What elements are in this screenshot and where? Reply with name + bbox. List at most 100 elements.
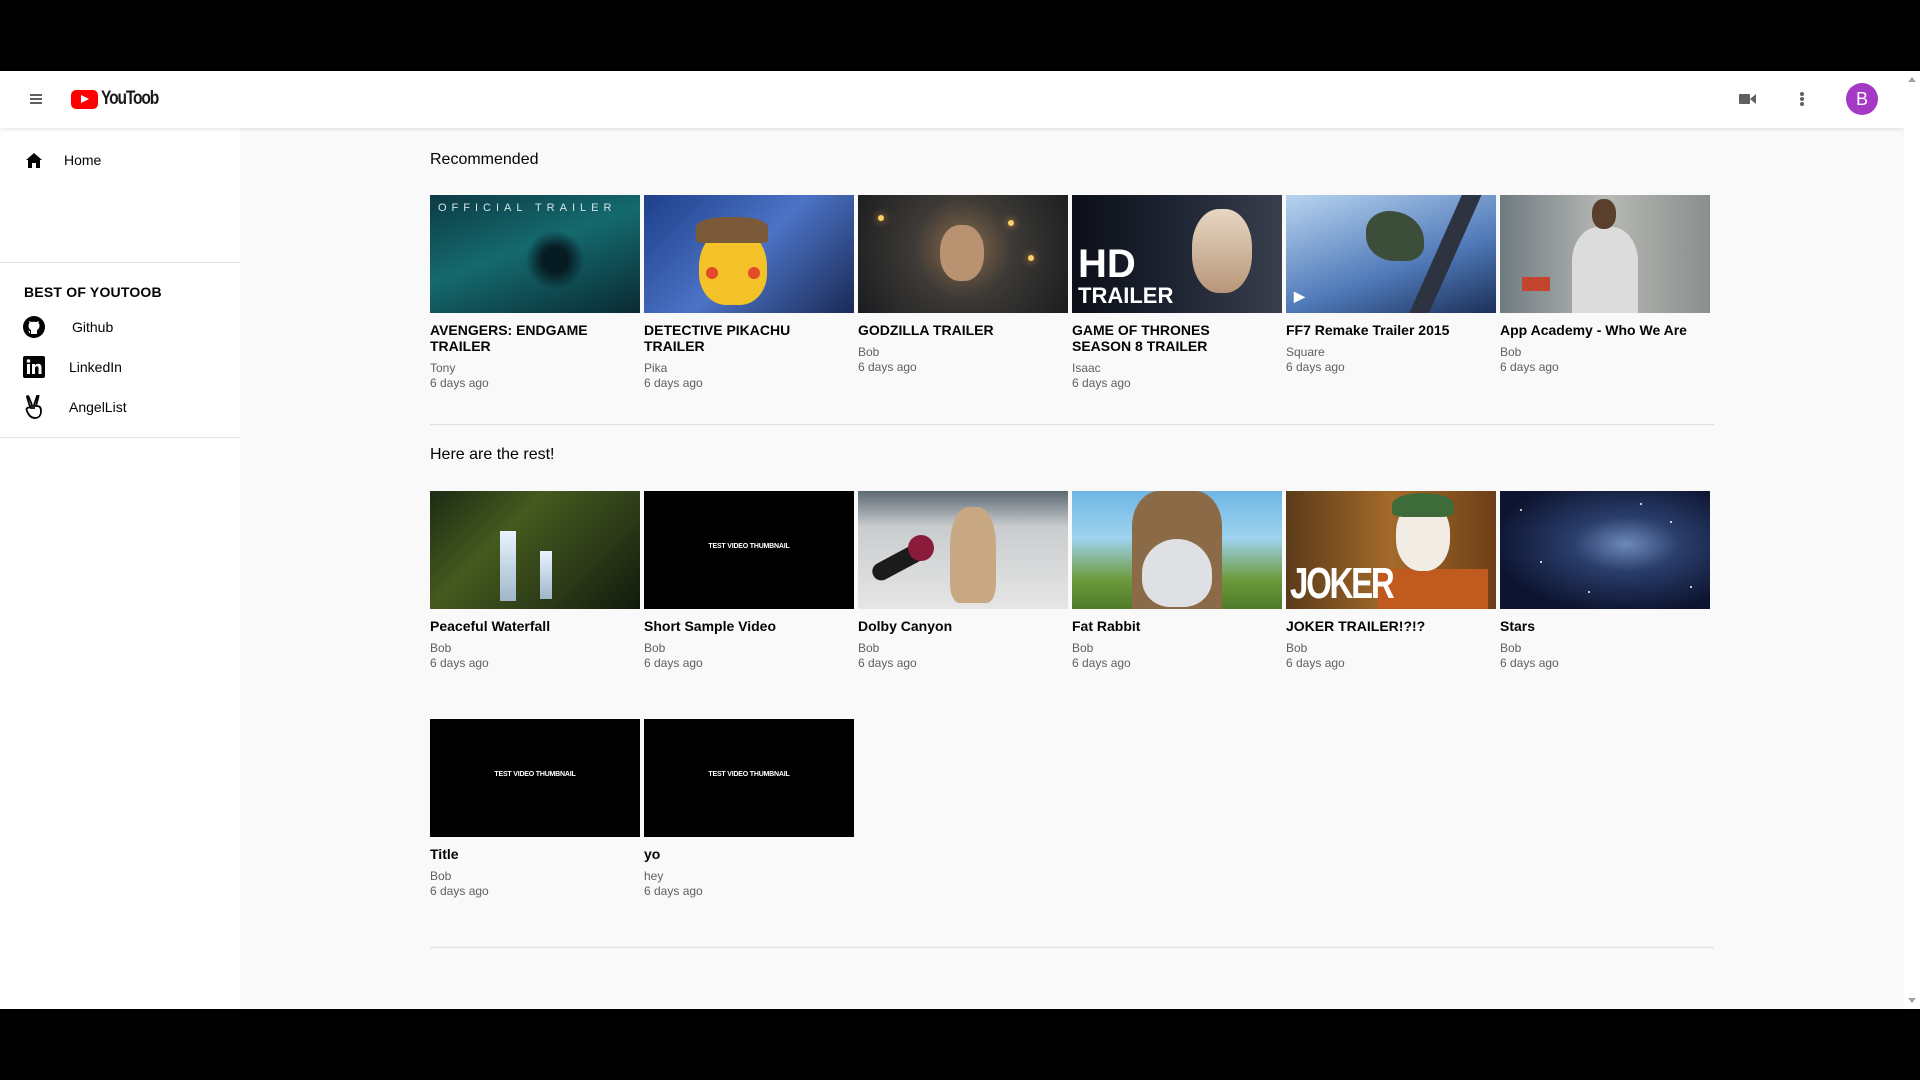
section-divider	[430, 424, 1714, 425]
video-title[interactable]: Peaceful Waterfall	[430, 618, 630, 634]
video-title[interactable]: Title	[430, 846, 630, 862]
logo-text: YouToob	[101, 88, 159, 109]
video-thumbnail[interactable]	[1500, 491, 1710, 609]
video-age: 6 days ago	[1072, 656, 1131, 670]
video-card[interactable]: Fat Rabbit Bob 6 days ago	[1072, 491, 1282, 671]
video-title[interactable]: Stars	[1500, 618, 1700, 634]
sidebar-heading: BEST OF YOUTOOB	[24, 284, 162, 300]
video-thumbnail[interactable]: TEST VIDEO THUMBNAIL	[644, 491, 854, 609]
sidebar-item-label: LinkedIn	[69, 359, 122, 375]
scroll-down-icon[interactable]	[1908, 998, 1916, 1003]
top-bar: YouToob B	[0, 71, 1904, 128]
linkedin-icon	[22, 355, 46, 379]
section-title-rest: Here are the rest!	[430, 446, 555, 463]
video-title[interactable]: Fat Rabbit	[1072, 618, 1272, 634]
video-age: 6 days ago	[1500, 656, 1559, 670]
youtoob-logo[interactable]: YouToob	[71, 88, 171, 110]
video-channel: Bob	[1072, 641, 1094, 655]
video-channel: Pika	[644, 361, 668, 375]
video-thumbnail[interactable]: OFFICIAL TRAILER	[430, 195, 640, 313]
video-age: 6 days ago	[1286, 360, 1345, 374]
video-camera-icon[interactable]	[1736, 87, 1760, 111]
video-thumbnail[interactable]	[1500, 195, 1710, 313]
video-channel: hey	[644, 869, 664, 883]
video-title[interactable]: AVENGERS: ENDGAME TRAILER	[430, 322, 630, 354]
video-channel: Bob	[1500, 641, 1522, 655]
video-channel: Tony	[430, 361, 456, 375]
video-thumbnail[interactable]	[644, 195, 854, 313]
video-title[interactable]: GODZILLA TRAILER	[858, 322, 1058, 338]
video-age: 6 days ago	[644, 884, 703, 898]
angellist-icon	[22, 395, 46, 419]
video-card[interactable]: ▶ FF7 Remake Trailer 2015 Square 6 days …	[1286, 195, 1496, 375]
vertical-scrollbar[interactable]	[1904, 71, 1920, 1009]
video-thumbnail[interactable]	[430, 491, 640, 609]
video-age: 6 days ago	[858, 360, 917, 374]
video-card[interactable]: Peaceful Waterfall Bob 6 days ago	[430, 491, 640, 671]
video-title[interactable]: DETECTIVE PIKACHU TRAILER	[644, 322, 844, 354]
video-age: 6 days ago	[1500, 360, 1559, 374]
menu-icon[interactable]	[24, 87, 48, 111]
video-thumbnail[interactable]: TEST VIDEO THUMBNAIL	[430, 719, 640, 837]
sidebar-item-label: AngelList	[69, 399, 127, 415]
video-card[interactable]: Dolby Canyon Bob 6 days ago	[858, 491, 1068, 671]
video-age: 6 days ago	[430, 656, 489, 670]
video-channel: Bob	[430, 869, 452, 883]
video-thumbnail[interactable]: JOKER	[1286, 491, 1496, 609]
playstation-icon: ▶	[1294, 288, 1305, 304]
video-age: 6 days ago	[644, 656, 703, 670]
sidebar-item-label: Github	[72, 319, 114, 335]
video-card[interactable]: DETECTIVE PIKACHU TRAILER Pika 6 days ag…	[644, 195, 854, 391]
video-channel: Bob	[858, 641, 880, 655]
video-age: 6 days ago	[1286, 656, 1345, 670]
video-thumbnail[interactable]: TEST VIDEO THUMBNAIL	[644, 719, 854, 837]
video-title[interactable]: FF7 Remake Trailer 2015	[1286, 322, 1486, 338]
more-vert-icon[interactable]	[1790, 87, 1814, 111]
video-age: 6 days ago	[644, 376, 703, 390]
video-card[interactable]: GODZILLA TRAILER Bob 6 days ago	[858, 195, 1068, 375]
video-title[interactable]: JOKER TRAILER!?!?	[1286, 618, 1486, 634]
video-thumbnail[interactable]: HD TRAILER	[1072, 195, 1282, 313]
video-thumbnail[interactable]	[858, 195, 1068, 313]
sidebar-divider	[0, 262, 240, 263]
video-title[interactable]: GAME OF THRONES SEASON 8 TRAILER	[1072, 322, 1272, 354]
section-title-recommended: Recommended	[430, 151, 539, 168]
video-channel: Isaac	[1072, 361, 1101, 375]
section-divider	[430, 947, 1714, 948]
sidebar-item-github[interactable]: Github	[0, 307, 240, 347]
avatar[interactable]: B	[1846, 83, 1878, 115]
video-channel: Bob	[1286, 641, 1308, 655]
video-title[interactable]: Dolby Canyon	[858, 618, 1058, 634]
sidebar-item-home[interactable]: Home	[0, 140, 240, 180]
video-card[interactable]: TEST VIDEO THUMBNAIL Title Bob 6 days ag…	[430, 719, 640, 899]
video-card[interactable]: JOKER JOKER TRAILER!?!? Bob 6 days ago	[1286, 491, 1496, 671]
play-logo-icon	[71, 89, 98, 109]
video-title[interactable]: Short Sample Video	[644, 618, 844, 634]
sidebar: Home BEST OF YOUTOOB Github LinkedIn Ang…	[0, 128, 240, 1009]
video-card[interactable]: App Academy - Who We Are Bob 6 days ago	[1500, 195, 1710, 375]
video-channel: Bob	[644, 641, 666, 655]
video-card[interactable]: TEST VIDEO THUMBNAIL yo hey 6 days ago	[644, 719, 854, 899]
github-icon	[22, 315, 46, 339]
sidebar-divider	[0, 437, 240, 438]
sidebar-item-linkedin[interactable]: LinkedIn	[0, 347, 240, 387]
video-title[interactable]: yo	[644, 846, 844, 862]
video-title[interactable]: App Academy - Who We Are	[1500, 322, 1700, 338]
video-card[interactable]: HD TRAILER GAME OF THRONES SEASON 8 TRAI…	[1072, 195, 1282, 391]
video-channel: Bob	[858, 345, 880, 359]
video-age: 6 days ago	[858, 656, 917, 670]
video-thumbnail[interactable]	[1072, 491, 1282, 609]
video-channel: Bob	[1500, 345, 1522, 359]
scroll-up-icon[interactable]	[1908, 77, 1916, 82]
sidebar-item-angellist[interactable]: AngelList	[0, 387, 240, 427]
sidebar-item-label: Home	[64, 152, 102, 168]
video-channel: Square	[1286, 345, 1325, 359]
video-thumbnail[interactable]	[858, 491, 1068, 609]
browser-viewport: YouToob B Home BEST OF YOUTOOB Github Li…	[0, 71, 1904, 1009]
video-card[interactable]: OFFICIAL TRAILER AVENGERS: ENDGAME TRAIL…	[430, 195, 640, 391]
video-thumbnail[interactable]: ▶	[1286, 195, 1496, 313]
video-card[interactable]: TEST VIDEO THUMBNAIL Short Sample Video …	[644, 491, 854, 671]
home-icon	[22, 148, 46, 172]
video-age: 6 days ago	[1072, 376, 1131, 390]
video-card[interactable]: Stars Bob 6 days ago	[1500, 491, 1710, 671]
